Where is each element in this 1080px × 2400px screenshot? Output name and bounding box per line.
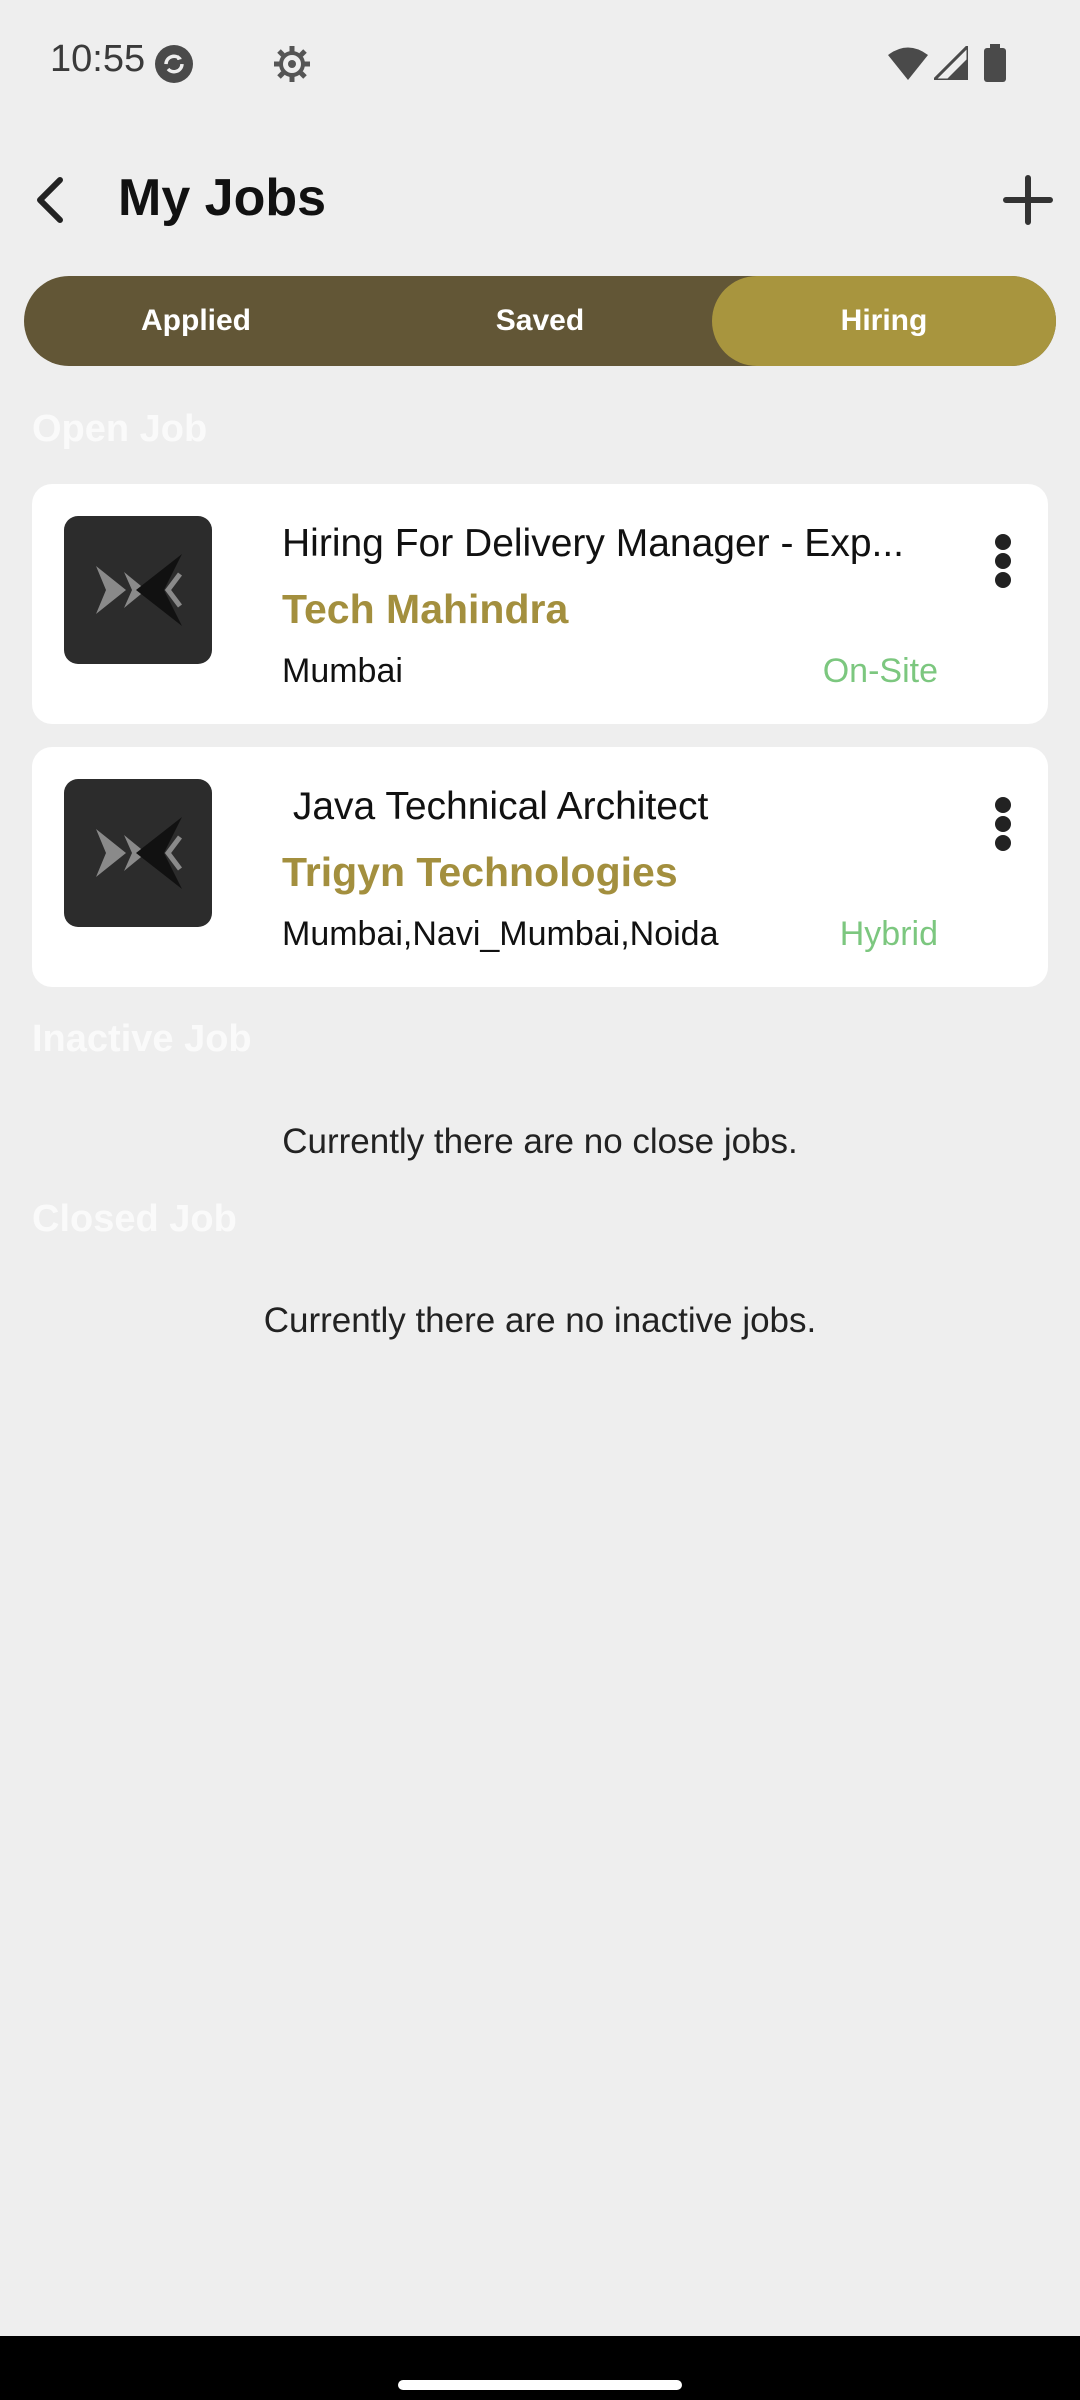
job-location: Mumbai (282, 652, 403, 690)
tab-hiring[interactable]: Hiring (712, 276, 1056, 366)
empty-message-closed: Currently there are no inactive jobs. (263, 1301, 817, 1340)
sync-icon (155, 45, 193, 83)
logo-icon (96, 817, 182, 889)
gear-icon (274, 46, 310, 82)
system-nav-bar (0, 2336, 1080, 2400)
wifi-icon (888, 47, 928, 80)
job-company: Tech Mahindra (282, 586, 569, 632)
tab-saved[interactable]: Saved (368, 276, 712, 366)
section-title-open: Open Job (32, 408, 208, 450)
section-title-closed: Closed Job (32, 1198, 237, 1240)
job-card[interactable]: Java Technical Architect Trigyn Technolo… (32, 747, 1048, 987)
company-logo (64, 516, 212, 664)
company-logo (64, 779, 212, 927)
tab-bar: Applied Saved Hiring (24, 276, 1056, 366)
job-work-mode: Hybrid (839, 915, 938, 953)
page-title: My Jobs (118, 169, 327, 227)
app-header: My Jobs (0, 150, 1080, 250)
tab-applied[interactable]: Applied (24, 276, 368, 366)
signal-icon (934, 46, 968, 80)
job-company: Trigyn Technologies (282, 849, 678, 895)
status-bar: 10:55 (0, 0, 1080, 128)
job-card[interactable]: Hiring For Delivery Manager - Exp... Tec… (32, 484, 1048, 724)
empty-message-inactive: Currently there are no close jobs. (282, 1122, 798, 1161)
status-time: 10:55 (50, 38, 146, 80)
section-title-inactive: Inactive Job (32, 1018, 252, 1060)
job-work-mode: On-Site (822, 652, 938, 690)
logo-icon (96, 554, 182, 626)
more-vert-icon[interactable] (992, 534, 1016, 588)
job-title: Hiring For Delivery Manager - Exp... (282, 522, 905, 565)
plus-icon[interactable] (998, 170, 1058, 230)
more-vert-icon[interactable] (992, 797, 1016, 851)
job-location: Mumbai,Navi_Mumbai,Noida (282, 915, 719, 953)
battery-icon (984, 44, 1006, 82)
screen: 10:55 My Jobs Applied Saved Hiring Open … (0, 0, 1080, 2400)
home-indicator[interactable] (398, 2380, 682, 2390)
back-arrow-icon[interactable] (22, 170, 82, 230)
job-title: Java Technical Architect (282, 785, 709, 828)
